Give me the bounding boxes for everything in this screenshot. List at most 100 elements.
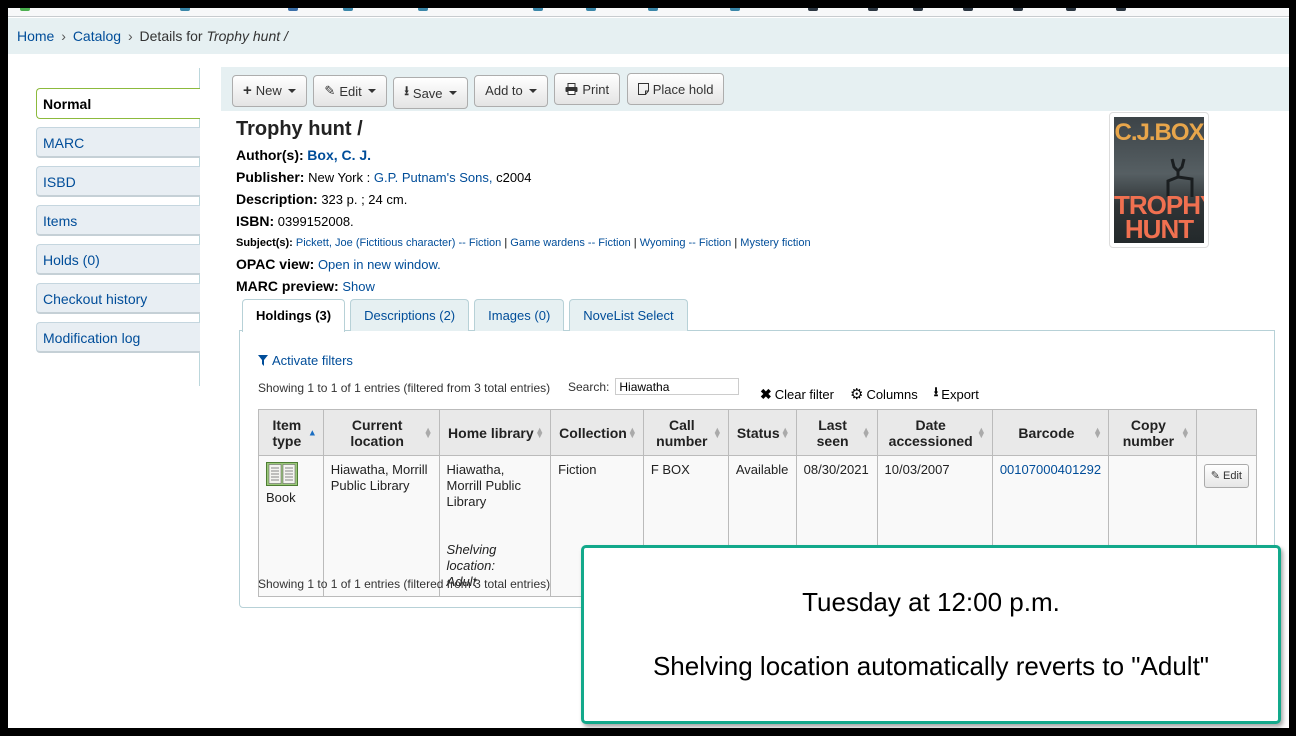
subject-link[interactable]: Mystery fiction	[740, 237, 810, 249]
sort-icon: ▲ ▼	[1093, 424, 1103, 440]
cover-art: C.J.BOX TROPHY HUNT	[1114, 117, 1204, 243]
table-buttons: ✖ Clear filter ⚙ Columns ⭳ Export	[760, 383, 979, 405]
subjects-row: Subject(s): Pickett, Joe (Fictitious cha…	[236, 237, 811, 249]
table-header-row: Item type ▲ Current location ▲ ▼ Home libra…	[258, 409, 1258, 456]
marc-preview-label: MARC preview:	[236, 278, 339, 294]
publisher-row: Publisher: New York : G.P. Putnam's Sons…	[236, 169, 936, 186]
column-header-label: Collection	[559, 424, 627, 441]
breadcrumb-catalog[interactable]: Catalog	[73, 28, 121, 44]
sidebar-item-marc[interactable]: MARC	[36, 127, 200, 158]
barcode-link[interactable]: 00107000401292	[1000, 462, 1101, 477]
subject-link[interactable]: Pickett, Joe (Fictitious character) -- F…	[296, 237, 501, 249]
column-header-collection[interactable]: Collection ▲ ▼	[550, 409, 644, 456]
caret-down-icon	[367, 89, 376, 93]
edit-button[interactable]: ✎ Edit	[313, 75, 387, 107]
cover-title: TROPHY HUNT	[1114, 192, 1204, 243]
column-header-label: Last seen	[816, 416, 849, 449]
tab-holdings[interactable]: Holdings (3)	[242, 299, 346, 332]
breadcrumb-separator: ›	[61, 28, 66, 44]
subjects-label: Subject(s):	[236, 237, 293, 249]
book-icon	[266, 462, 298, 486]
breadcrumb-current-title: Trophy hunt /	[206, 28, 288, 44]
publisher-link[interactable]: G.P. Putnam's Sons,	[374, 170, 493, 185]
new-button-label: New	[255, 83, 282, 98]
tab-novelist-select[interactable]: NoveList Select	[569, 299, 688, 331]
callout-message: Shelving location automatically reverts …	[652, 651, 1210, 681]
sort-icon: ▲ ▼	[780, 424, 790, 440]
tab-descriptions[interactable]: Descriptions (2)	[350, 299, 470, 331]
marc-preview-row: MARC preview: Show	[236, 278, 936, 295]
callout-time: Tuesday at 12:00 p.m.	[802, 587, 1060, 617]
column-header-status[interactable]: Status ▲ ▼	[727, 409, 797, 456]
column-header-barcode[interactable]: Barcode ▲ ▼	[991, 409, 1110, 456]
clear-filter-button[interactable]: ✖ Clear filter	[760, 383, 834, 405]
sidebar-item-modification-log[interactable]: Modification log	[36, 322, 200, 353]
print-button-label: Print	[582, 81, 610, 97]
sidebar-item-normal[interactable]: Normal	[36, 88, 200, 119]
add-to-button[interactable]: Add to	[474, 74, 548, 107]
isbn-row: ISBN: 0399152008.	[236, 213, 936, 230]
sidebar-nav: Normal MARC ISBD Items Holds (0) Checkou…	[36, 68, 200, 386]
column-header-last-seen[interactable]: Last seen ▲ ▼	[795, 409, 878, 456]
breadcrumb-separator: ›	[127, 28, 133, 44]
new-button[interactable]: + New	[232, 74, 307, 107]
record-details: Trophy hunt / Author(s): Box, C. J. Publ…	[236, 118, 936, 300]
caret-down-icon	[448, 91, 457, 95]
isbn-label: ISBN:	[236, 213, 275, 229]
column-header-actions	[1195, 409, 1258, 456]
print-button[interactable]: Print	[554, 73, 621, 105]
sort-icon: ▲ ▼	[712, 424, 722, 440]
caret-down-icon	[528, 88, 537, 93]
cell-item-type: Book	[258, 455, 324, 597]
sort-asc-icon: ▲	[307, 427, 317, 437]
author-link[interactable]: Box, C. J.	[307, 147, 371, 163]
activate-filters-link[interactable]: Activate filters	[258, 353, 353, 368]
gear-icon: ⚙	[849, 386, 864, 403]
breadcrumb-home[interactable]: Home	[17, 28, 54, 44]
column-header-copy-number[interactable]: Copy number ▲ ▼	[1108, 409, 1197, 456]
column-header-home-library[interactable]: Home library ▲ ▼	[438, 409, 552, 456]
browser-toolbar-strip	[8, 8, 1289, 17]
export-label: Export	[941, 386, 979, 402]
clear-filter-label: Clear filter	[774, 386, 834, 402]
sort-icon: ▲ ▼	[1180, 424, 1190, 440]
place-hold-button[interactable]: Place hold	[626, 73, 725, 105]
subject-link[interactable]: Game wardens -- Fiction	[510, 237, 630, 249]
sidebar-item-items[interactable]: Items	[36, 205, 200, 236]
filter-icon	[258, 355, 268, 366]
column-header-date-accessioned[interactable]: Date accessioned ▲ ▼	[876, 409, 993, 456]
table-info-bottom: Showing 1 to 1 of 1 entries (filtered fr…	[258, 577, 551, 591]
column-header-item-type[interactable]: Item type ▲	[258, 409, 324, 456]
search-input[interactable]	[615, 378, 740, 395]
sidebar-item-checkout-history[interactable]: Checkout history	[36, 283, 200, 314]
subject-link[interactable]: Wyoming -- Fiction	[640, 237, 732, 249]
cover-title-line: HUNT	[1124, 214, 1194, 243]
activate-filters-label: Activate filters	[272, 353, 353, 368]
cover-author-text: C.J.BOX	[1114, 119, 1204, 146]
save-button-label: Save	[412, 85, 443, 101]
cell-current-location: Hiawatha, Morrill Public Library	[322, 455, 440, 597]
sidebar-item-holds[interactable]: Holds (0)	[36, 244, 200, 275]
columns-button[interactable]: ⚙ Columns	[850, 383, 918, 405]
search-label: Search:	[568, 379, 610, 394]
cover-image[interactable]: C.J.BOX TROPHY HUNT	[1109, 112, 1209, 248]
column-header-label: Barcode	[1018, 424, 1075, 441]
record-title: Trophy hunt /	[236, 118, 363, 140]
save-button[interactable]: ⭳ Save	[393, 77, 468, 109]
tab-images[interactable]: Images (0)	[474, 299, 565, 331]
table-info-top: Showing 1 to 1 of 1 entries (filtered fr…	[258, 381, 551, 395]
edit-item-button[interactable]: ✎ Edit	[1203, 464, 1249, 488]
sort-icon: ▲ ▼	[423, 424, 433, 440]
column-header-current-location[interactable]: Current location ▲ ▼	[322, 409, 440, 456]
opac-link[interactable]: Open in new window.	[318, 257, 441, 272]
marc-preview-link[interactable]: Show	[342, 279, 375, 294]
export-button[interactable]: ⭳ Export	[934, 383, 979, 405]
column-header-call-number[interactable]: Call number ▲ ▼	[642, 409, 729, 456]
breadcrumb: Home › Catalog › Details for Trophy hunt…	[8, 18, 1289, 54]
column-header-label: Current location	[350, 416, 404, 449]
sidebar-item-isbd[interactable]: ISBD	[36, 166, 200, 197]
item-type-label: Book	[266, 490, 296, 505]
sticky-note-icon	[637, 83, 649, 95]
record-tabs: Holdings (3) Descriptions (2) Images (0)…	[242, 299, 688, 332]
printer-icon	[565, 83, 578, 95]
